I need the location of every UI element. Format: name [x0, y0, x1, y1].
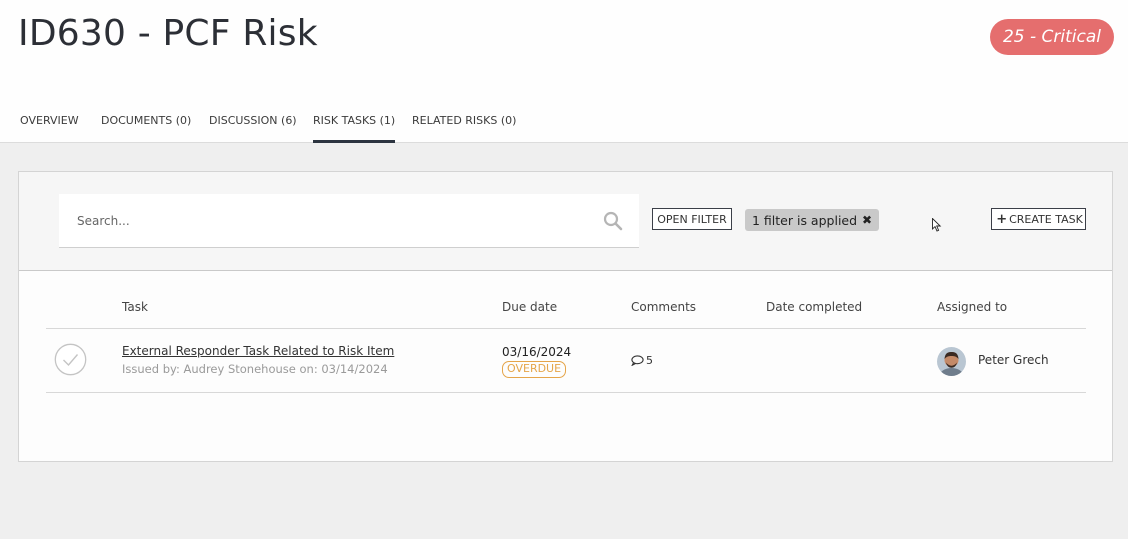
tab-related-risks[interactable]: RELATED RISKS (0): [412, 104, 516, 143]
tab-overview[interactable]: OVERVIEW: [20, 104, 79, 143]
create-task-label: CREATE TASK: [1009, 212, 1083, 226]
comment-icon: [631, 355, 644, 366]
tab-risk-tasks[interactable]: RISK TASKS (1): [313, 104, 396, 143]
search-box: [59, 194, 639, 248]
risk-score-badge: 25 - Critical: [990, 19, 1114, 55]
cursor-icon: [932, 218, 942, 232]
page-title: ID630 - PCF Risk: [18, 13, 318, 54]
column-header-assigned-to[interactable]: Assigned to: [937, 300, 1007, 314]
comments-count: 5: [646, 354, 653, 367]
plus-icon: +: [996, 211, 1008, 227]
assignee-name[interactable]: Peter Grech: [978, 353, 1049, 367]
tab-documents[interactable]: DOCUMENTS (0): [101, 104, 191, 143]
column-header-comments[interactable]: Comments: [631, 300, 696, 314]
create-task-button[interactable]: + CREATE TASK: [991, 208, 1086, 230]
avatar: [937, 347, 966, 376]
tasks-toolbar: OPEN FILTER 1 filter is applied ✖ + CREA…: [19, 172, 1112, 271]
column-header-task[interactable]: Task: [122, 300, 148, 314]
search-input[interactable]: [59, 194, 599, 247]
header-divider: [46, 328, 1086, 329]
applied-filter-chip: 1 filter is applied ✖: [745, 209, 880, 231]
page-header: ID630 - PCF Risk 25 - Critical OVERVIEW …: [0, 0, 1128, 143]
checkmark-circle-icon[interactable]: [54, 343, 87, 376]
search-icon[interactable]: [603, 211, 623, 231]
task-due-date: 03/16/2024: [502, 345, 572, 359]
close-icon[interactable]: ✖: [862, 213, 872, 227]
open-filter-button[interactable]: OPEN FILTER: [652, 208, 732, 230]
tab-discussion[interactable]: DISCUSSION (6): [209, 104, 297, 143]
task-title-link[interactable]: External Responder Task Related to Risk …: [122, 344, 394, 358]
overdue-status-badge: OVERDUE: [502, 361, 567, 378]
task-comments[interactable]: 5: [631, 354, 653, 367]
filter-chip-label: 1 filter is applied: [752, 212, 858, 228]
column-header-date-completed[interactable]: Date completed: [766, 300, 862, 314]
risk-tasks-panel: OPEN FILTER 1 filter is applied ✖ + CREA…: [18, 171, 1113, 462]
row-divider: [46, 392, 1086, 393]
task-issued-by: Issued by: Audrey Stonehouse on: 03/14/2…: [122, 362, 388, 376]
column-header-due-date[interactable]: Due date: [502, 300, 557, 314]
